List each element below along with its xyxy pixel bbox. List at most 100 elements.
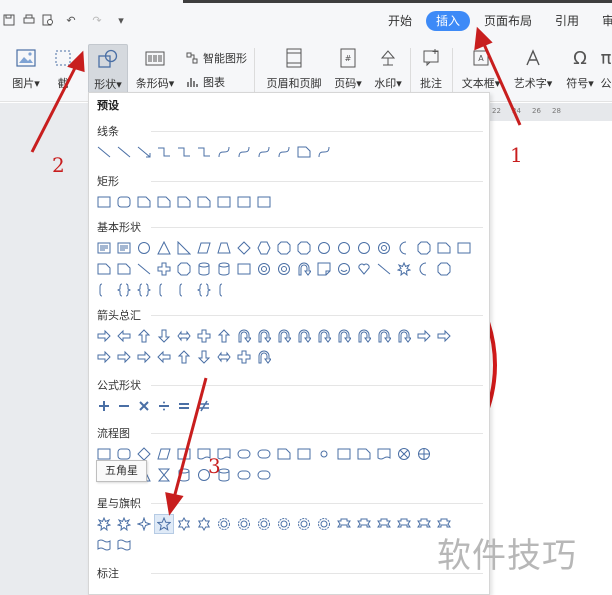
shape-smile[interactable] — [335, 260, 353, 278]
shape-snip[interactable] — [295, 143, 313, 161]
five-point-star-shape[interactable] — [154, 514, 174, 534]
shape-rarr[interactable] — [435, 327, 453, 345]
shape-oct[interactable] — [415, 239, 433, 257]
document-page[interactable] — [490, 121, 612, 595]
shape-uturn[interactable] — [295, 327, 313, 345]
shape-snip[interactable] — [175, 193, 193, 211]
shape-bracket[interactable] — [175, 281, 193, 299]
shape-minus[interactable] — [115, 397, 133, 415]
shape-rect[interactable] — [215, 193, 233, 211]
shape-rect[interactable] — [295, 445, 313, 463]
shape-rarr[interactable] — [135, 348, 153, 366]
shape-larr[interactable] — [155, 348, 173, 366]
shape-term[interactable] — [255, 466, 273, 484]
shape-xcirc[interactable] — [395, 445, 413, 463]
shape-bracket[interactable] — [95, 281, 113, 299]
shape-wave[interactable] — [115, 536, 133, 554]
page-number-button[interactable]: # 页码▾ — [330, 44, 366, 96]
shape-snip[interactable] — [115, 260, 133, 278]
shape-oct[interactable] — [435, 260, 453, 278]
shape-uarr[interactable] — [175, 348, 193, 366]
shape-snip[interactable] — [155, 193, 173, 211]
shape-snip[interactable] — [195, 193, 213, 211]
shape-textb[interactable] — [115, 239, 133, 257]
shape-snip[interactable] — [95, 260, 113, 278]
shape-brace[interactable] — [115, 281, 133, 299]
shape-para[interactable] — [195, 239, 213, 257]
shape-ribbon[interactable] — [355, 515, 373, 533]
shape-bracket[interactable] — [155, 281, 173, 299]
shape-burst[interactable] — [115, 515, 133, 533]
shape-rect[interactable] — [455, 239, 473, 257]
shape-dia[interactable] — [235, 239, 253, 257]
shape-larr[interactable] — [115, 327, 133, 345]
symbol-button[interactable]: Ω 符号▾ — [562, 44, 598, 96]
shape-arrow[interactable] — [135, 143, 153, 161]
shape-ribbon[interactable] — [375, 515, 393, 533]
shape-line[interactable] — [115, 143, 133, 161]
shape-oct[interactable] — [275, 239, 293, 257]
shape-uturn[interactable] — [255, 327, 273, 345]
shape-doc[interactable] — [375, 445, 393, 463]
shape-uturn[interactable] — [335, 327, 353, 345]
watermark-button[interactable]: 水印▾ — [370, 44, 406, 96]
shape-seal[interactable] — [255, 515, 273, 533]
shape-line[interactable] — [135, 260, 153, 278]
chart-button[interactable]: 图表 — [185, 74, 225, 90]
shape-ring[interactable] — [375, 239, 393, 257]
shape-cyl[interactable] — [175, 466, 193, 484]
shape-tri[interactable] — [155, 239, 173, 257]
shape-uturn[interactable] — [395, 327, 413, 345]
shape-heart[interactable] — [355, 260, 373, 278]
shape-ring[interactable] — [275, 260, 293, 278]
shape-curve[interactable] — [315, 143, 333, 161]
shape-rrect[interactable] — [115, 193, 133, 211]
shape-uturn[interactable] — [235, 327, 253, 345]
shape-darr[interactable] — [195, 348, 213, 366]
shape-hex[interactable] — [255, 239, 273, 257]
shape-rect[interactable] — [235, 193, 253, 211]
customize-icon[interactable]: ▾ — [114, 13, 128, 27]
shape-pcirc[interactable] — [415, 445, 433, 463]
shape-rtri[interactable] — [175, 239, 193, 257]
shape-cross[interactable] — [235, 348, 253, 366]
shape-uturn[interactable] — [275, 327, 293, 345]
shape-lrarr[interactable] — [175, 327, 193, 345]
shape-brace[interactable] — [135, 281, 153, 299]
shape-lrarr[interactable] — [215, 348, 233, 366]
shape-star6[interactable] — [175, 515, 193, 533]
shape-seal[interactable] — [215, 515, 233, 533]
redo-icon[interactable]: ↷ — [90, 13, 104, 27]
shapes-button[interactable]: 形状▾ — [88, 44, 128, 96]
shape-snip[interactable] — [435, 239, 453, 257]
shape-oct[interactable] — [175, 260, 193, 278]
shape-seal[interactable] — [315, 515, 333, 533]
shape-ribbon[interactable] — [415, 515, 433, 533]
textbox-button[interactable]: A 文本框▾ — [458, 44, 504, 96]
header-footer-button[interactable]: 页眉和页脚 — [262, 44, 326, 96]
comment-button[interactable]: 批注 — [414, 44, 448, 96]
tab-start[interactable]: 开始 — [384, 11, 416, 31]
tab-review[interactable]: 审 — [598, 11, 612, 31]
tab-page-layout[interactable]: 页面布局 — [480, 11, 536, 31]
shape-para[interactable] — [155, 445, 173, 463]
shape-moon[interactable] — [395, 239, 413, 257]
shape-snip[interactable] — [355, 445, 373, 463]
shape-circ[interactable] — [135, 239, 153, 257]
shape-rarr[interactable] — [95, 348, 113, 366]
shape-textb[interactable] — [95, 239, 113, 257]
shape-burst[interactable] — [95, 515, 113, 533]
shape-seal[interactable] — [235, 515, 253, 533]
undo-icon[interactable]: ↶ — [64, 13, 78, 27]
shape-circ[interactable] — [315, 239, 333, 257]
shape-cross[interactable] — [195, 327, 213, 345]
shape-trap[interactable] — [215, 239, 233, 257]
shape-uarr[interactable] — [135, 327, 153, 345]
shape-seal[interactable] — [275, 515, 293, 533]
shape-snip[interactable] — [135, 193, 153, 211]
shape-burst[interactable] — [395, 260, 413, 278]
shape-plus[interactable] — [95, 397, 113, 415]
shape-ring[interactable] — [255, 260, 273, 278]
shape-term[interactable] — [235, 445, 253, 463]
shape-term[interactable] — [255, 445, 273, 463]
